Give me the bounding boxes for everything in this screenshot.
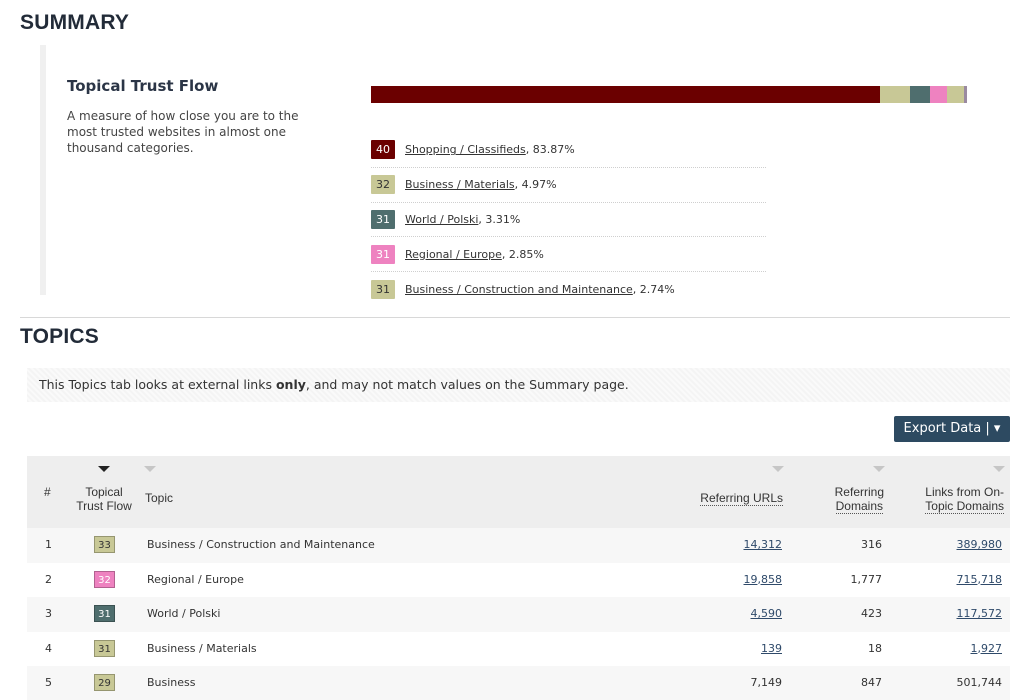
sort-arrow-active-icon[interactable] — [98, 466, 110, 472]
row-number: 2 — [45, 572, 52, 586]
row-referring-domains: 316 — [861, 538, 882, 551]
row-topic: Regional / Europe — [147, 572, 244, 586]
row-links-on-topic[interactable]: 1,927 — [971, 632, 1003, 667]
row-trust-flow-badge: 31 — [94, 605, 115, 622]
header-links-line1: Links from On- — [925, 485, 1004, 499]
row-links-on-topic[interactable]: 389,980 — [957, 528, 1003, 563]
row-referring-urls: 7,149 — [750, 676, 783, 689]
row-links-on-topic[interactable]: 117,572 — [957, 597, 1003, 632]
topical-trust-flow-heading: Topical Trust Flow — [67, 77, 219, 95]
bar-segment — [909, 86, 931, 103]
summary-topic-item: 31 Regional / Europe, 2.85% — [371, 237, 766, 272]
trust-flow-badge: 40 — [371, 140, 395, 160]
trust-flow-badge: 32 — [371, 175, 395, 195]
table-row: 3 31 World / Polski 4,590 423 117,572 — [27, 597, 1010, 632]
table-row: 2 32 Regional / Europe 19,858 1,777 715,718 — [27, 563, 1010, 598]
row-trust-flow-badge: 33 — [94, 536, 115, 553]
topics-title: TOPICS — [20, 325, 99, 348]
summary-topic-item: 32 Business / Materials, 4.97% — [371, 168, 766, 203]
row-referring-urls[interactable]: 14,312 — [744, 528, 783, 563]
row-referring-urls[interactable]: 4,590 — [751, 597, 783, 632]
export-data-button[interactable]: Export Data | ▾ — [894, 416, 1010, 442]
table-row: 4 31 Business / Materials 139 18 1,927 — [27, 632, 1010, 667]
row-topic: Business / Construction and Maintenance — [147, 538, 375, 551]
bar-segment — [947, 86, 964, 103]
row-topic: World / Polski — [147, 607, 221, 620]
summary-panel: Topical Trust Flow A measure of how clos… — [40, 45, 1000, 299]
notice-text-after: , and may not match values on the Summar… — [305, 377, 629, 392]
header-topic[interactable]: Topic — [145, 491, 173, 505]
bar-segment — [930, 86, 948, 103]
summary-topic-link[interactable]: Business / Materials — [405, 178, 515, 191]
row-number: 4 — [45, 641, 52, 655]
header-referring-domains[interactable]: Referring Domains — [834, 485, 884, 514]
sort-arrow-topic-icon[interactable] — [144, 466, 156, 472]
summary-description-block: Topical Trust Flow A measure of how clos… — [67, 77, 327, 156]
row-trust-flow-badge: 29 — [94, 674, 115, 691]
sort-arrow-domains-icon[interactable] — [873, 466, 885, 472]
topical-trust-flow-stacked-bar — [371, 86, 967, 103]
row-number: 3 — [45, 607, 52, 620]
row-referring-domains: 423 — [861, 607, 882, 620]
summary-topic-item: 40 Shopping / Classifieds, 83.87% — [371, 133, 766, 168]
summary-topic-percent: , 2.74% — [632, 282, 675, 296]
row-referring-urls[interactable]: 19,858 — [744, 563, 783, 598]
header-number: # — [44, 485, 51, 499]
summary-topic-percent: , 2.85% — [501, 247, 544, 261]
topical-trust-flow-description: A measure of how close you are to the mo… — [67, 109, 299, 155]
row-links-on-topic: 501,744 — [956, 676, 1003, 689]
header-ttf-line2: Trust Flow — [76, 499, 132, 513]
summary-topic-list: 40 Shopping / Classifieds, 83.87% 32 Busine… — [371, 133, 766, 307]
bar-segment — [879, 86, 910, 103]
summary-topic-percent: , 83.87% — [525, 143, 575, 157]
table-row: 5 29 Business 7,149 847 501,744 — [27, 666, 1010, 700]
row-topic: Business — [147, 676, 196, 689]
sort-arrow-urls-icon[interactable] — [772, 466, 784, 472]
external-links-notice: This Topics tab looks at external links … — [27, 368, 1010, 402]
summary-topic-link[interactable]: Business / Construction and Maintenance — [405, 283, 633, 296]
row-referring-domains: 1,777 — [850, 572, 883, 586]
summary-title: SUMMARY — [20, 11, 130, 34]
summary-topic-percent: , 4.97% — [514, 178, 557, 192]
header-links-line2: Topic Domains — [925, 499, 1004, 514]
row-links-on-topic[interactable]: 715,718 — [957, 563, 1003, 598]
header-domains-line2: Domains — [835, 499, 883, 514]
sort-arrow-links-icon[interactable] — [993, 466, 1005, 472]
row-referring-urls[interactable]: 139 — [761, 632, 782, 667]
bar-segment — [963, 86, 967, 103]
section-divider — [20, 317, 1010, 318]
header-domains-line1: Referring — [834, 485, 884, 499]
header-topical-trust-flow[interactable]: Topical Trust Flow — [67, 485, 141, 513]
summary-topic-link[interactable]: Regional / Europe — [405, 248, 502, 261]
trust-flow-badge: 31 — [371, 279, 395, 299]
row-trust-flow-badge: 31 — [94, 639, 115, 657]
topics-table: # Topical Trust Flow Topic Referring URL… — [27, 456, 1010, 700]
row-topic: Business / Materials — [147, 641, 257, 655]
row-number: 5 — [45, 676, 52, 689]
row-number: 1 — [45, 538, 52, 551]
summary-topic-percent: , 3.31% — [478, 212, 521, 226]
table-header: # Topical Trust Flow Topic Referring URL… — [27, 456, 1010, 528]
header-referring-urls[interactable]: Referring URLs — [700, 491, 783, 506]
summary-topic-link[interactable]: World / Polski — [405, 213, 478, 226]
summary-topic-link[interactable]: Shopping / Classifieds — [405, 143, 526, 156]
row-referring-domains: 18 — [868, 641, 882, 655]
header-ttf-line1: Topical — [85, 485, 123, 499]
notice-text-bold: only — [275, 377, 306, 392]
trust-flow-badge: 31 — [371, 244, 395, 264]
trust-flow-badge: 31 — [371, 209, 395, 229]
table-body: 1 33 Business / Construction and Maintenan… — [27, 528, 1010, 700]
row-referring-domains: 847 — [861, 676, 882, 689]
row-trust-flow-badge: 32 — [94, 570, 115, 588]
notice-text-before: This Topics tab looks at external links — [39, 377, 276, 392]
bar-segment — [371, 86, 880, 103]
table-row: 1 33 Business / Construction and Maintenan… — [27, 528, 1010, 563]
summary-topic-item: 31 Business / Construction and Maintenanc… — [371, 272, 766, 307]
summary-topic-item: 31 World / Polski, 3.31% — [371, 203, 766, 238]
header-links-from-on-topic-domains[interactable]: Links from On- Topic Domains — [925, 485, 1004, 514]
